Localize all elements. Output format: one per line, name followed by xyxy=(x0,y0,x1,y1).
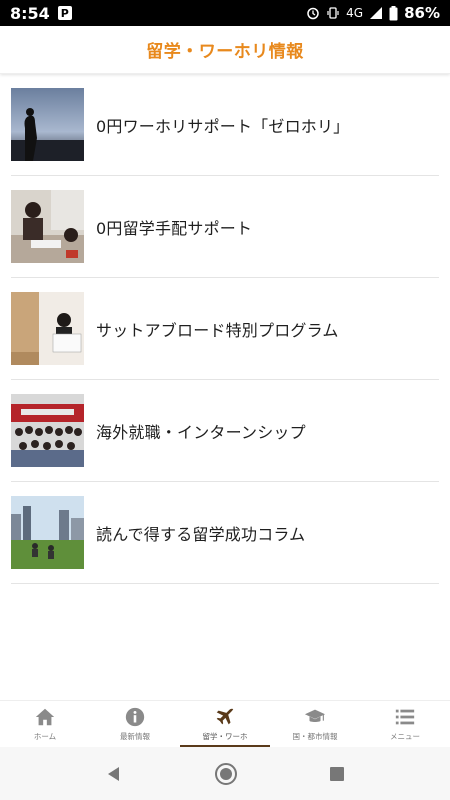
nav-home-label: ホーム xyxy=(33,732,57,741)
back-icon[interactable] xyxy=(105,765,123,783)
list-item-label: 0円ワーホリサポート「ゼロホリ」 xyxy=(96,116,350,136)
vibrate-icon xyxy=(326,6,340,20)
status-time: 8:54 xyxy=(10,3,50,23)
app-header: 留学・ワーホリ情報 xyxy=(0,26,450,74)
alarm-icon xyxy=(306,6,320,20)
nav-menu[interactable]: メニュー xyxy=(360,701,450,747)
menu-list-icon xyxy=(395,709,415,725)
battery-icon xyxy=(389,5,398,21)
photo-student-certificate xyxy=(11,292,84,365)
signal-icon xyxy=(369,6,383,20)
parking-app-icon: P xyxy=(57,6,72,20)
list-item-label: 海外就職・インターンシップ xyxy=(96,422,306,442)
network-type: 4G xyxy=(346,6,364,20)
bottom-nav: ホーム 最新情報 留学・ワーホ 国・都市情報 メニュー xyxy=(0,700,450,747)
status-right-group: 4G 86% xyxy=(306,4,440,22)
graduation-cap-icon xyxy=(304,709,326,723)
system-nav-bar xyxy=(0,747,450,800)
list-item-overseas-jobs-internship[interactable]: 海外就職・インターンシップ xyxy=(11,380,439,482)
airplane-icon xyxy=(216,708,234,725)
program-list: 0円ワーホリサポート「ゼロホリ」 0円留学手配サポート サットアブロード特別プロ… xyxy=(11,74,439,584)
list-item-sat-abroad-program[interactable]: サットアブロード特別プログラム xyxy=(11,278,439,380)
list-item-label: 0円留学手配サポート xyxy=(96,218,253,238)
home-circle-icon[interactable] xyxy=(214,762,238,786)
photo-park-city xyxy=(11,496,84,569)
info-icon xyxy=(125,707,145,727)
nav-news[interactable]: 最新情報 xyxy=(90,701,180,747)
list-item-success-column[interactable]: 読んで得する留学成功コラム xyxy=(11,482,439,584)
photo-people-meeting xyxy=(11,190,84,263)
nav-study-abroad-label: 留学・ワーホ xyxy=(202,732,248,741)
list-item-label: 読んで得する留学成功コラム xyxy=(96,524,306,544)
recents-icon[interactable] xyxy=(329,766,345,782)
list-item-zero-holi[interactable]: 0円ワーホリサポート「ゼロホリ」 xyxy=(11,74,439,176)
nav-home[interactable]: ホーム xyxy=(0,701,90,747)
list-item-zero-study-abroad[interactable]: 0円留学手配サポート xyxy=(11,176,439,278)
battery-percent: 86% xyxy=(404,4,440,22)
nav-country-city-label: 国・都市情報 xyxy=(292,732,338,741)
nav-menu-label: メニュー xyxy=(390,732,420,741)
photo-group-office xyxy=(11,394,84,467)
photo-silhouette-city xyxy=(11,88,84,161)
nav-news-label: 最新情報 xyxy=(120,732,150,741)
home-icon xyxy=(35,708,55,726)
nav-study-abroad[interactable]: 留学・ワーホ xyxy=(180,701,270,747)
nav-country-city[interactable]: 国・都市情報 xyxy=(270,701,360,747)
list-item-label: サットアブロード特別プログラム xyxy=(96,320,339,340)
status-bar: 8:54 P 4G 86% xyxy=(0,0,450,26)
page-title: 留学・ワーホリ情報 xyxy=(146,42,304,62)
